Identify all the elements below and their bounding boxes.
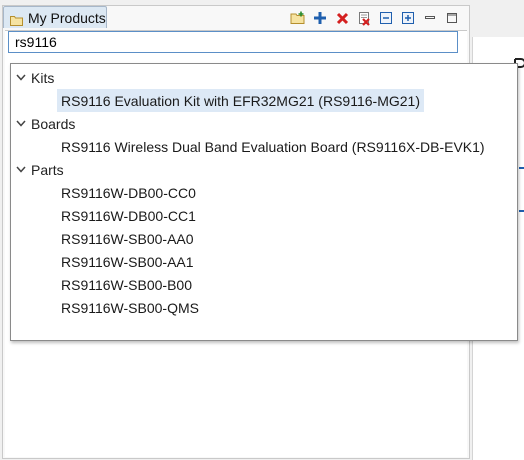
- delete-all-icon[interactable]: [353, 9, 375, 27]
- search-input[interactable]: [8, 31, 458, 53]
- tab-label: My Products: [28, 9, 106, 26]
- category-label: Kits: [31, 69, 55, 86]
- chevron-down-icon[interactable]: [11, 120, 31, 127]
- panel-toolbar: [287, 9, 463, 27]
- list-item[interactable]: RS9116W-DB00-CC1: [57, 204, 200, 227]
- category-label: Parts: [31, 161, 64, 178]
- category-parts[interactable]: Parts: [11, 158, 64, 181]
- pane-rule: [519, 167, 524, 169]
- chevron-down-icon[interactable]: [11, 74, 31, 81]
- search-results-dropdown: Kits RS9116 Evaluation Kit with EFR32MG2…: [10, 63, 518, 341]
- category-kits[interactable]: Kits: [11, 66, 54, 89]
- tab-my-products[interactable]: My Products: [3, 6, 107, 28]
- list-item[interactable]: RS9116W-SB00-B00: [57, 273, 196, 296]
- maximize-icon[interactable]: [441, 9, 463, 27]
- list-item[interactable]: RS9116W-DB00-CC0: [57, 181, 200, 204]
- folder-icon: [10, 13, 23, 26]
- chevron-down-icon[interactable]: [11, 166, 31, 173]
- folder-add-icon[interactable]: [287, 9, 309, 27]
- list-item[interactable]: RS9116W-SB00-AA0: [57, 227, 198, 250]
- pane-rule: [519, 210, 524, 212]
- list-item[interactable]: RS9116W-SB00-QMS: [57, 296, 203, 319]
- category-label: Boards: [31, 115, 76, 132]
- collapse-all-icon[interactable]: [375, 9, 397, 27]
- category-boards[interactable]: Boards: [11, 112, 75, 135]
- list-item[interactable]: RS9116 Evaluation Kit with EFR32MG21 (RS…: [57, 89, 424, 112]
- delete-icon[interactable]: [331, 9, 353, 27]
- list-item[interactable]: RS9116W-SB00-AA1: [57, 250, 198, 273]
- minimize-icon[interactable]: [419, 9, 441, 27]
- list-item[interactable]: RS9116 Wireless Dual Band Evaluation Boa…: [57, 135, 489, 158]
- add-icon[interactable]: [309, 9, 331, 27]
- expand-all-icon[interactable]: [397, 9, 419, 27]
